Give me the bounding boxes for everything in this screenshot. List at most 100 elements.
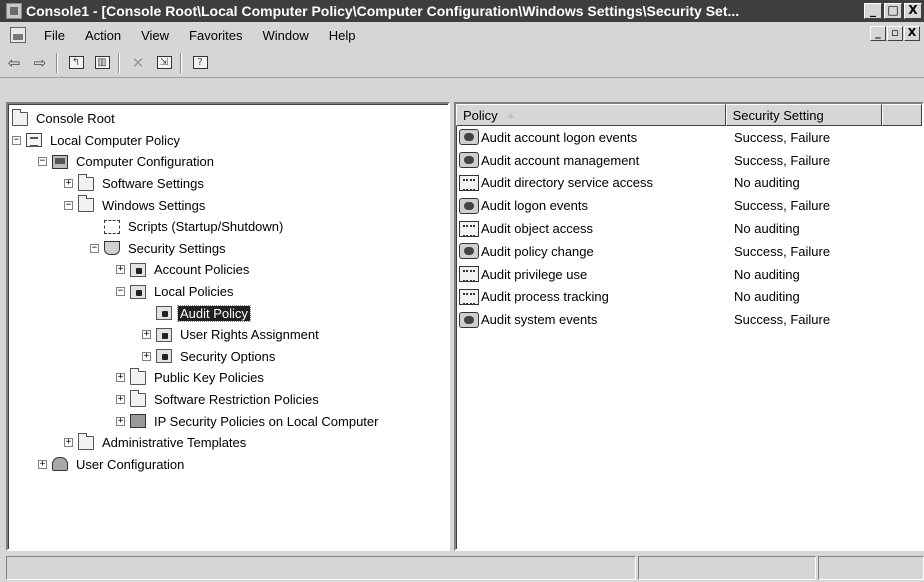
column-header-policy[interactable]: Policy ▲ [456,104,726,126]
close-button[interactable]: X [904,3,922,19]
menu-view[interactable]: View [141,28,169,43]
tree-node-label: Computer Configuration [76,154,215,170]
tree-node-label: Security Settings [128,240,226,256]
console-window-icon[interactable] [10,27,26,43]
tree-node-user-configuration[interactable]: + User Configuration [8,454,448,476]
menu-bar: File Action View Favorites Window Help _… [0,22,924,48]
child-close-button[interactable]: X [904,26,920,41]
minimize-button[interactable]: _ [864,3,882,19]
expand-toggle[interactable]: + [64,179,73,189]
security-setting-value: Success, Failure [734,152,831,168]
column-header-security-setting[interactable]: Security Setting [725,104,883,126]
export-list-icon[interactable]: ⇲ [152,52,176,74]
audit-enabled-icon [459,197,479,214]
help-icon[interactable]: ? [188,52,212,74]
list-row[interactable]: Audit system events Success, Failure [456,308,922,331]
expand-toggle[interactable]: + [38,459,47,469]
tree-node-local-computer-policy[interactable]: − Local Computer Policy [8,130,448,152]
security-setting-value: Success, Failure [734,198,831,214]
collapse-toggle[interactable]: − [90,243,99,253]
column-header-empty[interactable] [882,104,922,126]
tree-node-label: Security Options [180,348,276,364]
list-row[interactable]: Audit logon events Success, Failure [456,194,922,217]
list-header: Policy ▲ Security Setting [456,104,922,126]
expand-toggle[interactable]: + [142,330,151,340]
security-setting-value: Success, Failure [734,243,831,259]
audit-disabled-icon [459,174,479,191]
lock-folder-icon [156,327,172,342]
sort-ascending-icon: ▲ [505,109,516,121]
list-row[interactable]: Audit privilege use No auditing [456,263,922,286]
tree-node-administrative-templates[interactable]: + Administrative Templates [8,432,448,454]
collapse-toggle[interactable]: − [116,287,125,297]
tree-node-security-options[interactable]: + Security Options [8,346,448,368]
toolbar-separator [56,52,58,73]
up-one-level-icon[interactable]: ↰ [64,52,88,74]
collapse-toggle[interactable]: − [12,135,21,145]
expand-toggle[interactable]: + [116,395,125,405]
tree-node-user-rights-assignment[interactable]: + User Rights Assignment [8,324,448,346]
tree-node-scripts[interactable]: Scripts (Startup/Shutdown) [8,216,448,238]
tree-node-software-restriction-policies[interactable]: + Software Restriction Policies [8,389,448,411]
tree-node-software-settings[interactable]: + Software Settings [8,173,448,195]
list-row[interactable]: Audit process tracking No auditing [456,286,922,309]
list-row[interactable]: Audit account logon events Success, Fail… [456,126,922,149]
tree-node-label: Administrative Templates [102,435,247,451]
lock-folder-icon [130,284,146,299]
policy-name: Audit privilege use [481,266,588,282]
expand-toggle[interactable]: + [116,265,125,275]
delete-icon[interactable]: ✕ [126,52,150,74]
expand-toggle[interactable]: + [64,438,73,448]
policy-name: Audit directory service access [481,175,653,191]
policy-name: Audit account management [481,152,640,168]
mmc-app-icon[interactable] [6,3,22,19]
tree-node-console-root[interactable]: Console Root [8,108,448,130]
toolbar-separator [118,52,120,73]
audit-enabled-icon [459,129,479,146]
expand-toggle[interactable]: + [142,351,151,361]
list-row[interactable]: Audit policy change Success, Failure [456,240,922,263]
child-minimize-button[interactable]: _ [870,26,886,41]
security-setting-value: Success, Failure [734,312,831,328]
tree-node-computer-configuration[interactable]: − Computer Configuration [8,151,448,173]
menu-action[interactable]: Action [85,28,121,43]
tree-node-security-settings[interactable]: − Security Settings [8,238,448,260]
status-bar [0,555,924,582]
policy-icon [26,133,42,148]
tree-node-label: Scripts (Startup/Shutdown) [128,219,284,235]
expand-toggle[interactable]: + [116,373,125,383]
folder-icon [78,195,94,213]
security-setting-value: No auditing [734,266,800,282]
title-bar[interactable]: Console1 - [Console Root\Local Computer … [0,0,924,22]
audit-enabled-icon [459,311,479,328]
lock-folder-icon [130,262,146,277]
list-row[interactable]: Audit object access No auditing [456,217,922,240]
back-icon[interactable]: ⇦ [2,52,26,74]
menu-file[interactable]: File [44,28,65,43]
collapse-toggle[interactable]: − [64,200,73,210]
tree-node-audit-policy[interactable]: Audit Policy [8,302,448,324]
expand-toggle[interactable]: + [116,416,125,426]
maximize-button[interactable]: □ [884,3,902,19]
list-row[interactable]: Audit directory service access No auditi… [456,172,922,195]
tree-node-account-policies[interactable]: + Account Policies [8,259,448,281]
tree-node-local-policies[interactable]: − Local Policies [8,281,448,303]
show-hide-tree-icon[interactable]: ▥ [90,52,114,74]
folder-icon [78,432,94,450]
list-row[interactable]: Audit account management Success, Failur… [456,149,922,172]
menu-favorites[interactable]: Favorites [189,28,242,43]
forward-icon[interactable]: ⇨ [28,52,52,74]
audit-disabled-icon [459,266,479,283]
tree-node-public-key-policies[interactable]: + Public Key Policies [8,367,448,389]
tree-node-ip-security-policies[interactable]: + IP Security Policies on Local Computer [8,410,448,432]
console-tree-pane[interactable]: Console Root − Local Computer Policy − C… [6,102,450,551]
menu-help[interactable]: Help [329,28,356,43]
child-restore-button[interactable]: ▫ [887,26,903,41]
policy-name: Audit system events [481,312,598,328]
result-list-pane[interactable]: Policy ▲ Security Setting Audit account … [454,102,924,551]
menu-window[interactable]: Window [263,28,309,43]
folder-icon [130,389,146,407]
collapse-toggle[interactable]: − [38,157,47,167]
tree-node-label: Local Policies [154,284,234,300]
tree-node-windows-settings[interactable]: − Windows Settings [8,194,448,216]
